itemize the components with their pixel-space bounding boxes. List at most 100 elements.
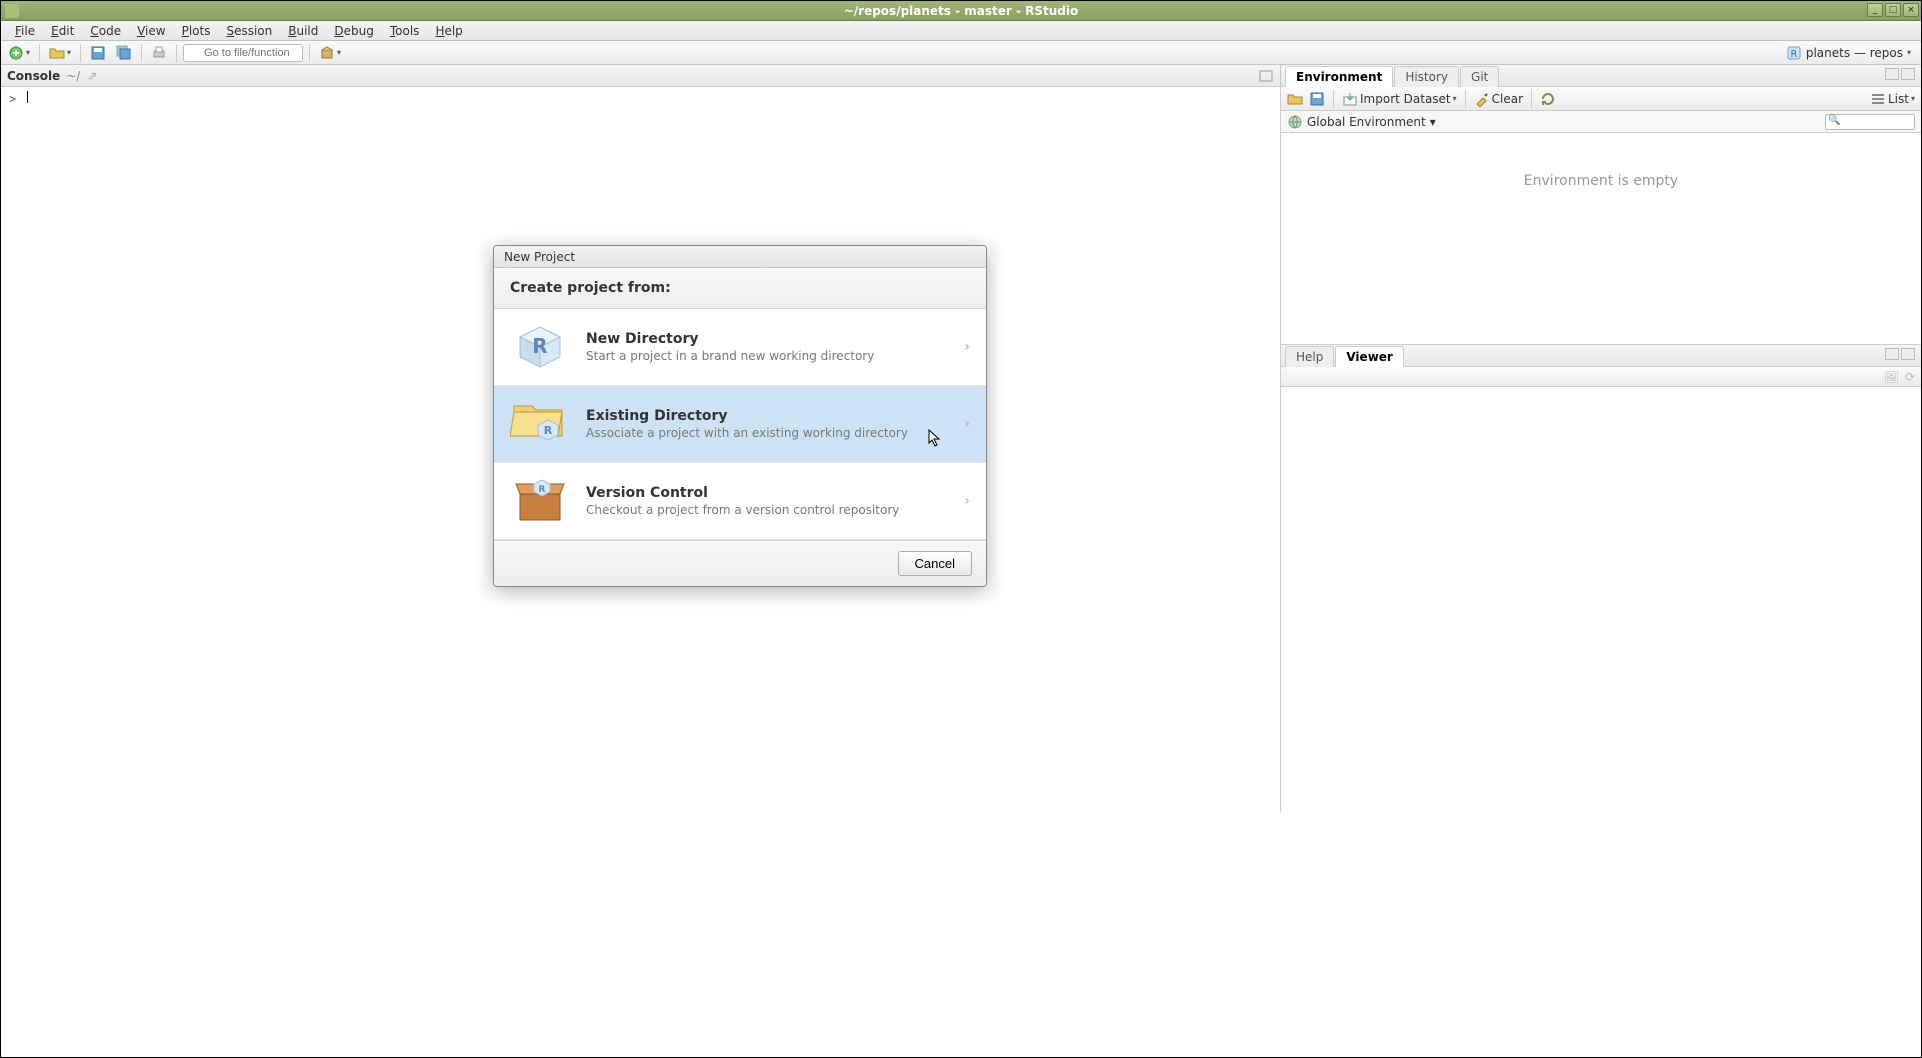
tab-environment[interactable]: Environment bbox=[1285, 66, 1393, 87]
cancel-button[interactable]: Cancel bbox=[898, 551, 972, 576]
globe-icon bbox=[1287, 114, 1303, 130]
env-tab-strip: Environment History Git bbox=[1281, 65, 1921, 87]
option-desc: Checkout a project from a version contro… bbox=[586, 503, 948, 517]
menu-edit[interactable]: Edit bbox=[43, 22, 82, 40]
package-icon bbox=[319, 45, 335, 61]
app-icon bbox=[5, 4, 19, 18]
save-button[interactable] bbox=[87, 43, 109, 63]
text-cursor bbox=[27, 91, 28, 103]
menubar: File Edit Code View Plots Session Build … bbox=[1, 21, 1921, 41]
option-desc: Start a project in a brand new working d… bbox=[586, 349, 948, 363]
env-body: Environment is empty bbox=[1281, 133, 1921, 344]
clear-button[interactable]: Clear bbox=[1474, 91, 1523, 107]
goto-file-input[interactable] bbox=[183, 44, 303, 62]
menu-debug[interactable]: Debug bbox=[326, 22, 381, 40]
toolbar-separator bbox=[1333, 90, 1334, 108]
import-icon bbox=[1342, 91, 1358, 107]
toolbar-separator bbox=[80, 44, 81, 62]
option-new-directory[interactable]: R New Directory Start a project in a bra… bbox=[494, 309, 986, 386]
tab-viewer[interactable]: Viewer bbox=[1335, 346, 1403, 367]
save-all-icon bbox=[116, 45, 132, 61]
new-file-button[interactable]: ▾ bbox=[5, 43, 33, 63]
window-minimize-button[interactable]: _ bbox=[1867, 3, 1883, 17]
pane-minimize-icon[interactable] bbox=[1885, 68, 1899, 80]
console-prompt: > bbox=[9, 92, 16, 106]
folder-open-icon bbox=[49, 45, 65, 61]
chevron-right-icon: › bbox=[964, 493, 970, 509]
tab-history[interactable]: History bbox=[1394, 66, 1459, 87]
toolbar-separator bbox=[309, 44, 310, 62]
blank-region bbox=[1, 812, 1921, 1057]
menu-help[interactable]: Help bbox=[427, 22, 470, 40]
menu-plots[interactable]: Plots bbox=[174, 22, 219, 40]
pane-minimize-icon[interactable] bbox=[1885, 348, 1899, 360]
toolbar-separator bbox=[176, 44, 177, 62]
list-icon bbox=[1870, 91, 1886, 107]
option-title: Existing Directory bbox=[586, 408, 948, 424]
menu-session[interactable]: Session bbox=[218, 22, 280, 40]
chevron-right-icon: › bbox=[964, 416, 970, 432]
window-maximize-button[interactable]: □ bbox=[1885, 3, 1901, 17]
environment-pane: Environment History Git Import Da bbox=[1281, 65, 1921, 345]
toolbar-separator bbox=[141, 44, 142, 62]
dialog-option-list: R New Directory Start a project in a bra… bbox=[494, 309, 986, 540]
box-r-icon: R bbox=[510, 477, 570, 525]
save-all-button[interactable] bbox=[113, 43, 135, 63]
project-picker[interactable]: R planets — repos ▾ bbox=[1786, 45, 1917, 61]
menu-build[interactable]: Build bbox=[280, 22, 326, 40]
option-title: New Directory bbox=[586, 331, 948, 347]
viewer-export-icon[interactable]: 🖼 bbox=[1884, 370, 1899, 384]
tab-git[interactable]: Git bbox=[1460, 66, 1499, 87]
viewer-toolbar: 🖼 ⟳ bbox=[1281, 367, 1921, 387]
refresh-icon bbox=[1540, 91, 1556, 107]
import-dataset-button[interactable]: Import Dataset ▾ bbox=[1342, 91, 1457, 107]
option-desc: Associate a project with an existing wor… bbox=[586, 426, 948, 440]
main-toolbar: ▾ ▾ ↪ ▾ R planets — repos ▾ bbox=[1, 41, 1921, 65]
dialog-footer: Cancel bbox=[494, 540, 986, 586]
env-scope-bar: Global Environment ▾ 🔍 bbox=[1281, 111, 1921, 133]
window-close-button[interactable]: × bbox=[1903, 3, 1919, 17]
chevron-down-icon: ▾ bbox=[1430, 115, 1436, 129]
tools-button[interactable]: ▾ bbox=[316, 43, 344, 63]
env-empty-label: Environment is empty bbox=[1524, 173, 1678, 189]
chevron-right-icon: › bbox=[964, 339, 970, 355]
option-existing-directory[interactable]: R Existing Directory Associate a project… bbox=[494, 386, 986, 463]
folder-open-icon bbox=[1287, 91, 1303, 107]
files-tab-strip: Help Viewer bbox=[1281, 345, 1921, 367]
list-view-button[interactable]: List ▾ bbox=[1870, 91, 1915, 107]
toolbar-separator bbox=[39, 44, 40, 62]
env-save-button[interactable] bbox=[1309, 91, 1325, 107]
broom-icon bbox=[1474, 91, 1490, 107]
scope-label[interactable]: Global Environment bbox=[1307, 115, 1426, 129]
menu-code[interactable]: Code bbox=[82, 22, 129, 40]
console-maximize-icon[interactable] bbox=[1258, 68, 1274, 84]
env-open-button[interactable] bbox=[1287, 91, 1303, 107]
env-search-wrap: 🔍 bbox=[1825, 114, 1915, 130]
console-popout-icon[interactable]: ⇗ bbox=[84, 68, 100, 84]
window-titlebar: ~/repos/planets - master - RStudio _ □ × bbox=[1, 1, 1921, 21]
option-title: Version Control bbox=[586, 485, 948, 501]
new-file-icon bbox=[8, 45, 24, 61]
menu-view[interactable]: View bbox=[129, 22, 173, 40]
console-title: Console bbox=[7, 69, 60, 83]
open-file-button[interactable]: ▾ bbox=[46, 43, 74, 63]
print-button[interactable] bbox=[148, 43, 170, 63]
refresh-button[interactable] bbox=[1540, 91, 1556, 107]
viewer-refresh-icon[interactable]: ⟳ bbox=[1905, 370, 1915, 384]
menu-file[interactable]: File bbox=[7, 22, 43, 40]
pane-maximize-icon[interactable] bbox=[1901, 68, 1915, 80]
cube-r-icon: R bbox=[510, 323, 570, 371]
svg-text:R: R bbox=[532, 334, 547, 358]
option-version-control[interactable]: R Version Control Checkout a project fro… bbox=[494, 463, 986, 540]
project-icon: R bbox=[1786, 45, 1802, 61]
dialog-title: New Project bbox=[494, 246, 986, 268]
toolbar-separator bbox=[1465, 90, 1466, 108]
menu-tools[interactable]: Tools bbox=[382, 22, 428, 40]
env-toolbar: Import Dataset ▾ Clear List ▾ bbox=[1281, 87, 1921, 111]
search-icon: 🔍 bbox=[1828, 115, 1840, 126]
svg-text:R: R bbox=[1790, 49, 1797, 60]
project-label: planets — repos bbox=[1806, 46, 1903, 60]
folder-r-icon: R bbox=[510, 400, 570, 448]
pane-maximize-icon[interactable] bbox=[1901, 348, 1915, 360]
tab-help[interactable]: Help bbox=[1285, 346, 1334, 367]
